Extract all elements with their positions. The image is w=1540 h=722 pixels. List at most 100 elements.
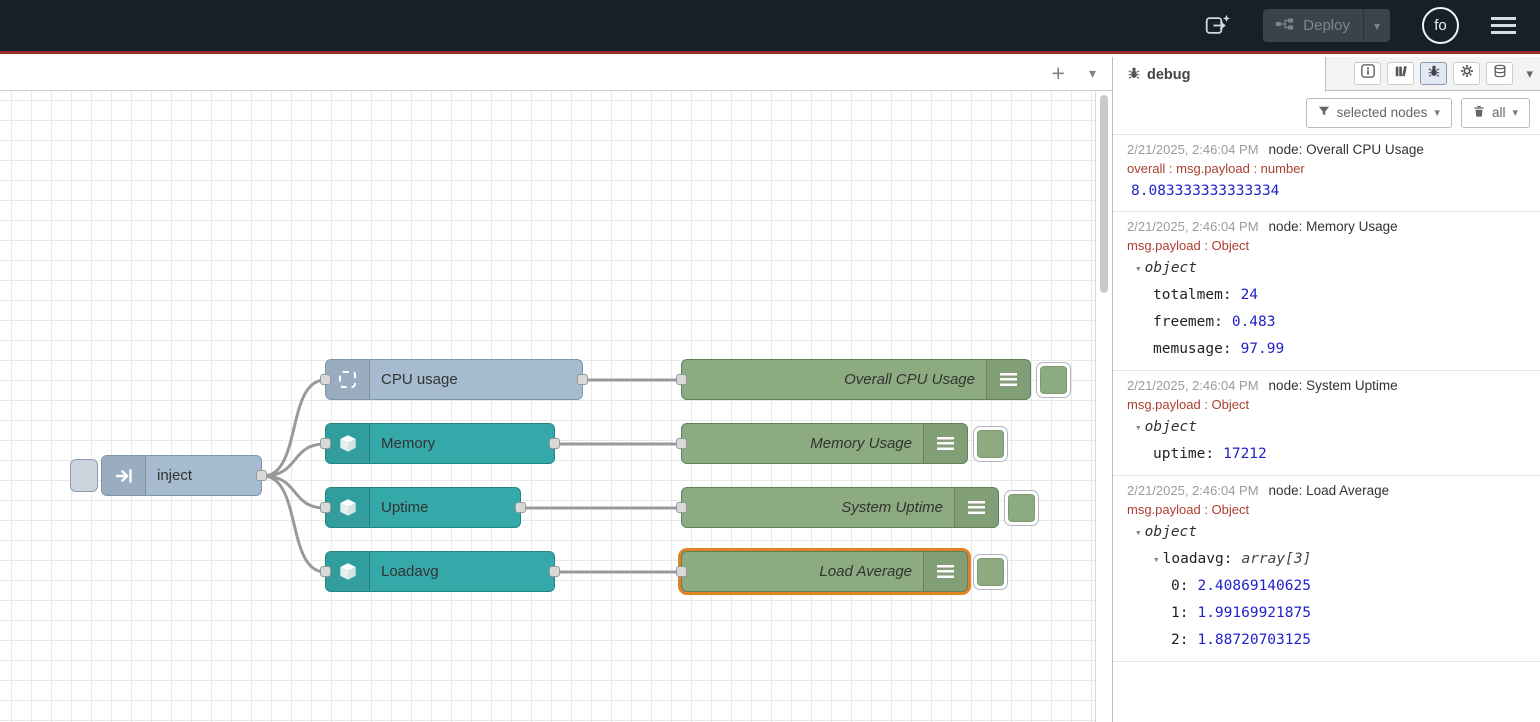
- database-icon: [1493, 64, 1507, 83]
- flow-node-uptime[interactable]: Uptime: [325, 487, 521, 528]
- config-nodes-tool-button[interactable]: [1453, 62, 1480, 85]
- array-value: 1.88720703125: [1197, 632, 1311, 648]
- node-label: Memory Usage: [682, 424, 923, 463]
- message-property-path: msg.payload : Object: [1127, 395, 1528, 414]
- help-tool-button[interactable]: [1387, 62, 1414, 85]
- message-property-path: overall : msg.payload : number: [1127, 159, 1528, 178]
- input-port[interactable]: [320, 566, 331, 577]
- node-red-app: Deploy ▾ fo + ▾: [0, 0, 1540, 722]
- message-value: 8.083333333333334: [1127, 178, 1528, 204]
- message-timestamp: 2/21/2025, 2:46:04 PM: [1127, 217, 1259, 236]
- filter-nodes-button[interactable]: selected nodes ▾: [1306, 98, 1452, 128]
- collapse-caret-icon[interactable]: ▾: [1153, 553, 1160, 566]
- collapse-caret-icon[interactable]: ▾: [1135, 262, 1142, 275]
- debug-toggle-button[interactable]: [1036, 362, 1071, 398]
- debug-lines-icon: [923, 424, 967, 463]
- debug-tool-button[interactable]: [1420, 62, 1447, 85]
- object-value: 24: [1241, 287, 1258, 303]
- collapse-caret-icon[interactable]: ▾: [1135, 421, 1142, 434]
- debug-message[interactable]: 2/21/2025, 2:46:04 PM node: System Uptim…: [1113, 371, 1540, 476]
- sidebar-tabbar: debug: [1113, 57, 1540, 91]
- input-port[interactable]: [676, 502, 687, 513]
- object-key: uptime:: [1153, 446, 1214, 462]
- inject-arrow-icon: [102, 456, 146, 495]
- deploy-options-button[interactable]: ▾: [1363, 9, 1390, 42]
- bug-icon: [1127, 66, 1141, 84]
- input-port[interactable]: [676, 438, 687, 449]
- funnel-icon: [1318, 105, 1330, 120]
- canvas-vertical-scrollbar[interactable]: [1100, 95, 1108, 293]
- message-node-name[interactable]: node: Memory Usage: [1269, 217, 1398, 236]
- info-icon: [1361, 64, 1375, 83]
- debug-message[interactable]: 2/21/2025, 2:46:04 PM node: Load Average…: [1113, 476, 1540, 662]
- input-port[interactable]: [320, 502, 331, 513]
- array-type-label: array[3]: [1241, 551, 1311, 567]
- bug-icon: [1427, 64, 1441, 83]
- node-label: Overall CPU Usage: [682, 360, 986, 399]
- input-port[interactable]: [320, 438, 331, 449]
- output-port[interactable]: [549, 566, 560, 577]
- message-timestamp: 2/21/2025, 2:46:04 PM: [1127, 140, 1259, 159]
- flow-tabbar: + ▾: [0, 57, 1112, 91]
- flow-node-memory[interactable]: Memory: [325, 423, 555, 464]
- deploy-label: Deploy: [1303, 17, 1350, 34]
- sidebar-tools: ▾: [1326, 57, 1540, 90]
- object-key: loadavg:: [1163, 551, 1233, 567]
- caret-down-icon: ▾: [1374, 19, 1380, 33]
- debug-message[interactable]: 2/21/2025, 2:46:04 PM node: Memory Usage…: [1113, 212, 1540, 371]
- debug-toggle-button[interactable]: [973, 426, 1008, 462]
- object-key: totalmem:: [1153, 287, 1232, 303]
- message-node-name[interactable]: node: System Uptime: [1269, 376, 1398, 395]
- message-node-name[interactable]: node: Load Average: [1269, 481, 1390, 500]
- context-data-tool-button[interactable]: [1486, 62, 1513, 85]
- node-label: Uptime: [370, 488, 520, 527]
- info-tool-button[interactable]: [1354, 62, 1381, 85]
- input-port[interactable]: [676, 374, 687, 385]
- workspace-canvas[interactable]: [0, 91, 1096, 722]
- gear-icon: [1460, 64, 1474, 83]
- object-value: 0.483: [1232, 314, 1276, 330]
- tab-debug[interactable]: debug: [1113, 57, 1326, 92]
- node-label: Load Average: [682, 552, 923, 591]
- input-port[interactable]: [676, 566, 687, 577]
- output-port[interactable]: [577, 374, 588, 385]
- deploy-button[interactable]: Deploy ▾: [1263, 9, 1390, 42]
- flow-node-loadavg[interactable]: Loadavg: [325, 551, 555, 592]
- debug-toolbar: selected nodes ▾ all ▾: [1113, 91, 1540, 135]
- array-value: 2.40869140625: [1197, 578, 1311, 594]
- output-port[interactable]: [549, 438, 560, 449]
- sidebar-menu-button[interactable]: ▾: [1526, 66, 1533, 82]
- debug-message[interactable]: 2/21/2025, 2:46:04 PM node: Overall CPU …: [1113, 135, 1540, 212]
- deploy-icon: [1276, 17, 1294, 34]
- export-icon[interactable]: [1205, 14, 1231, 37]
- flow-node-overall-cpu-usage[interactable]: Overall CPU Usage: [681, 359, 1031, 400]
- flow-node-system-uptime[interactable]: System Uptime: [681, 487, 999, 528]
- message-timestamp: 2/21/2025, 2:46:04 PM: [1127, 376, 1259, 395]
- input-port[interactable]: [320, 374, 331, 385]
- flow-node-memory-usage[interactable]: Memory Usage: [681, 423, 968, 464]
- caret-down-icon: ▾: [1434, 106, 1440, 119]
- debug-toggle-button[interactable]: [1004, 490, 1039, 526]
- collapse-caret-icon[interactable]: ▾: [1135, 526, 1142, 539]
- server-icon: [326, 488, 370, 527]
- trash-icon: [1473, 105, 1485, 120]
- flow-node-cpu-usage[interactable]: CPU usage: [325, 359, 583, 400]
- inject-run-button[interactable]: [70, 459, 98, 492]
- object-label: object: [1145, 524, 1197, 540]
- user-avatar[interactable]: fo: [1422, 7, 1459, 44]
- node-label: inject: [146, 456, 261, 495]
- flow-node-inject[interactable]: inject: [101, 455, 262, 496]
- add-flow-button[interactable]: +: [1052, 62, 1065, 85]
- main-menu-button[interactable]: [1491, 17, 1516, 34]
- caret-down-icon: ▾: [1512, 106, 1518, 119]
- flow-node-load-average[interactable]: Load Average: [681, 551, 968, 592]
- flow-list-button[interactable]: ▾: [1089, 65, 1096, 82]
- debug-toggle-button[interactable]: [973, 554, 1008, 590]
- output-port[interactable]: [515, 502, 526, 513]
- debug-lines-icon: [986, 360, 1030, 399]
- clear-messages-button[interactable]: all ▾: [1461, 98, 1530, 128]
- output-port[interactable]: [256, 470, 267, 481]
- object-value: 17212: [1223, 446, 1267, 462]
- message-node-name[interactable]: node: Overall CPU Usage: [1269, 140, 1424, 159]
- object-label: object: [1145, 260, 1197, 276]
